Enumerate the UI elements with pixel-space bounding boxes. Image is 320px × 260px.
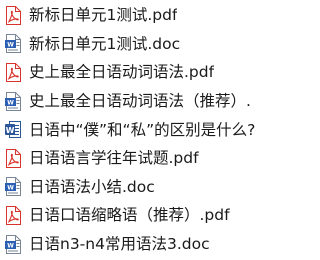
doc-file-icon: W bbox=[4, 91, 22, 111]
file-name: 史上最全日语动词语法（推荐）. bbox=[29, 92, 251, 111]
file-list: 新标日单元1测试.pdf W 新标日单元1测试.doc 史上最全日语动词语法.p… bbox=[0, 0, 269, 260]
file-name: 日语n3-n4常用语法3.doc bbox=[29, 235, 210, 254]
pdf-file-icon bbox=[4, 148, 22, 168]
file-name: 新标日单元1测试.doc bbox=[29, 34, 181, 53]
svg-text:W: W bbox=[7, 185, 14, 192]
file-item-pdf[interactable]: 日语语言学往年试题.pdf bbox=[0, 144, 269, 173]
file-name: 史上最全日语动词语法.pdf bbox=[29, 63, 215, 82]
doc-file-icon: W bbox=[4, 177, 22, 197]
svg-text:W: W bbox=[7, 42, 14, 49]
file-item-doc[interactable]: W 史上最全日语动词语法（推荐）. bbox=[0, 87, 269, 116]
pdf-file-icon bbox=[4, 205, 22, 225]
file-name: 日语语言学往年试题.pdf bbox=[29, 149, 199, 168]
file-item-doc[interactable]: W 日语n3-n4常用语法3.doc bbox=[0, 230, 269, 259]
file-item-doc[interactable]: W 日语语法小结.doc bbox=[0, 173, 269, 202]
pdf-file-icon bbox=[4, 5, 22, 25]
file-item-pdf[interactable]: 日语口语缩略语（推荐）.pdf bbox=[0, 201, 269, 230]
word-file-icon: W bbox=[4, 120, 22, 140]
file-name: 日语中“僕”和“私”的区别是什么? bbox=[29, 120, 256, 139]
file-name: 日语语法小结.doc bbox=[29, 177, 155, 196]
file-item-pdf[interactable]: 史上最全日语动词语法.pdf bbox=[0, 58, 269, 87]
doc-file-icon: W bbox=[4, 234, 22, 254]
pdf-file-icon bbox=[4, 62, 22, 82]
file-item-word[interactable]: W 日语中“僕”和“私”的区别是什么? bbox=[0, 115, 269, 144]
file-name: 新标日单元1测试.pdf bbox=[29, 6, 178, 25]
doc-file-icon: W bbox=[4, 34, 22, 54]
file-item-pdf[interactable]: 新标日单元1测试.pdf bbox=[0, 1, 269, 30]
svg-text:W: W bbox=[7, 242, 14, 249]
file-item-doc[interactable]: W 新标日单元1测试.doc bbox=[0, 30, 269, 59]
svg-text:W: W bbox=[7, 99, 14, 106]
file-name: 日语口语缩略语（推荐）.pdf bbox=[29, 206, 230, 225]
svg-text:W: W bbox=[5, 126, 14, 135]
